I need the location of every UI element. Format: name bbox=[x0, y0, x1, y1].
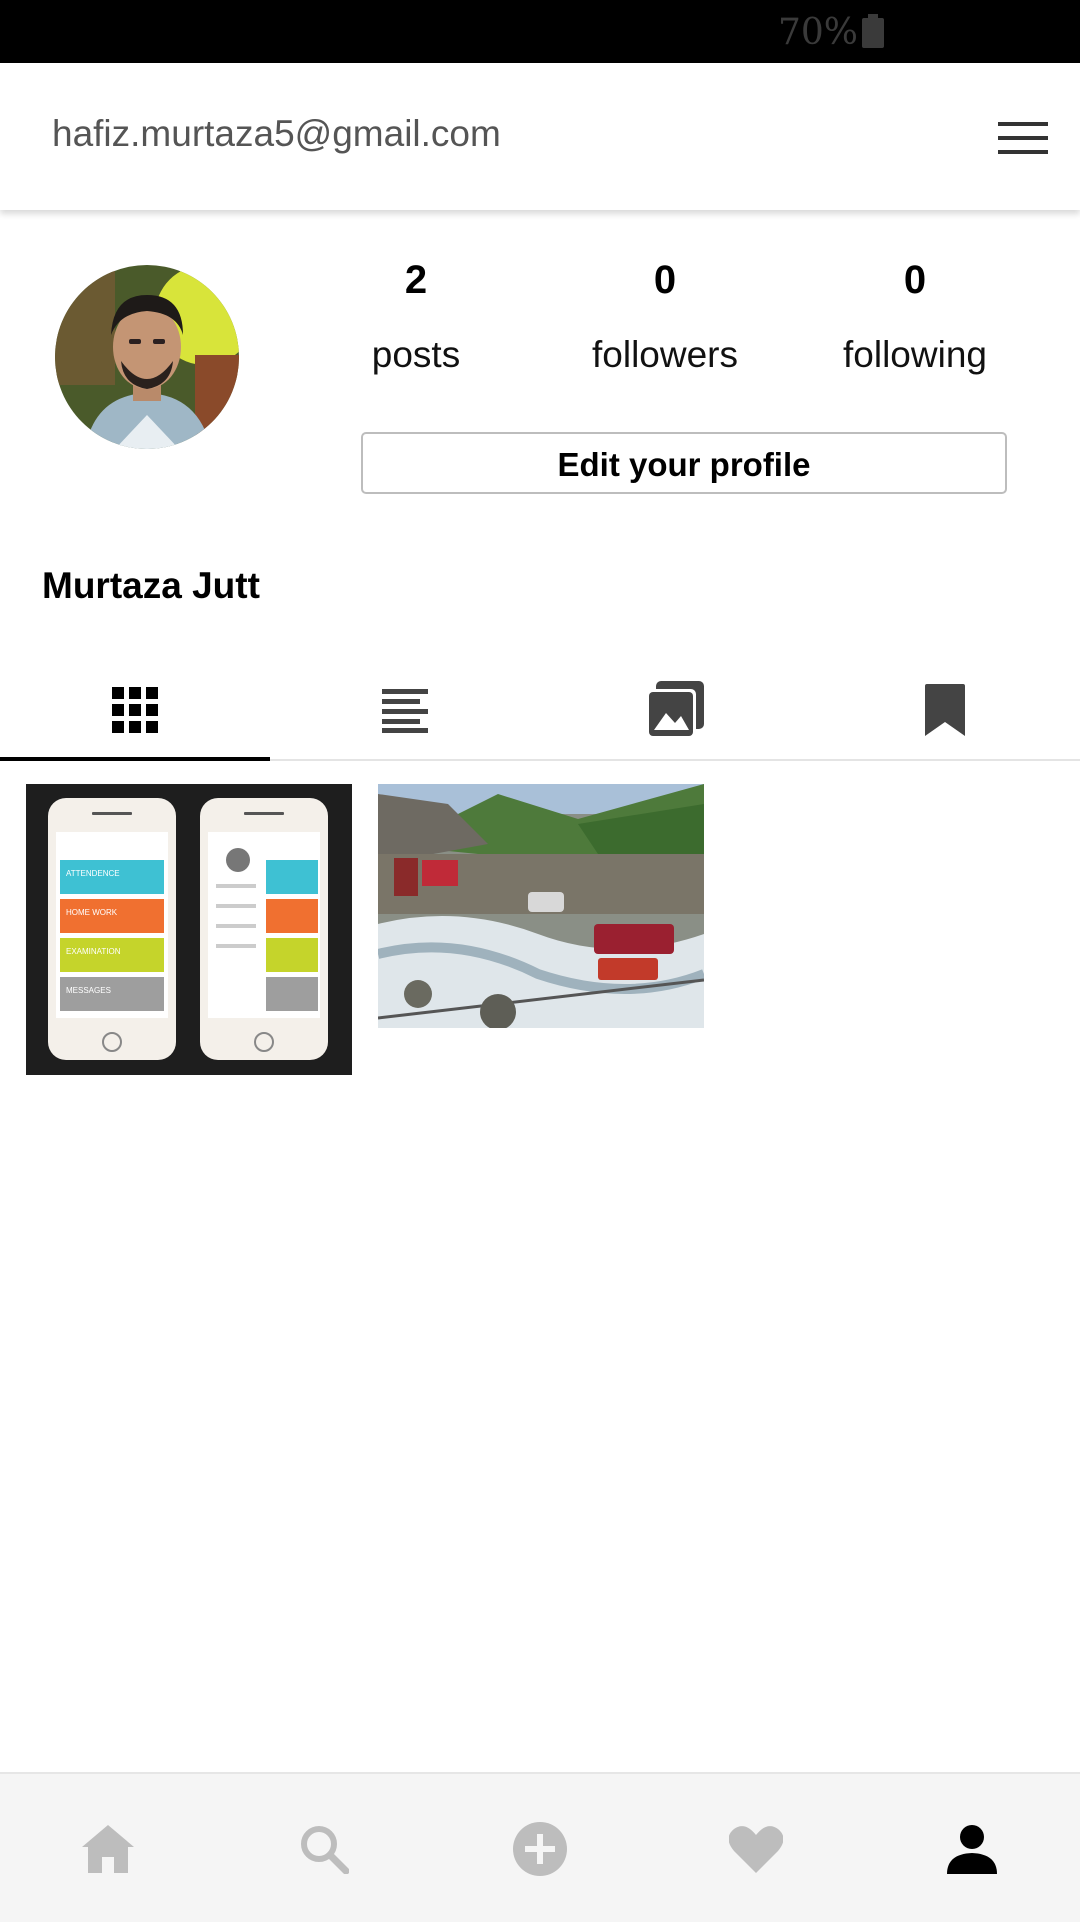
home-icon bbox=[82, 1825, 134, 1873]
add-circle-icon bbox=[513, 1822, 567, 1876]
tab-saved[interactable] bbox=[810, 660, 1080, 760]
profile-name: Murtaza Jutt bbox=[42, 565, 260, 606]
battery-percentage: 70% bbox=[778, 12, 859, 53]
post-thumbnail[interactable] bbox=[378, 784, 704, 1028]
list-icon bbox=[382, 689, 428, 733]
tab-list[interactable] bbox=[270, 660, 540, 760]
avatar[interactable] bbox=[55, 265, 239, 449]
thumb-label: MESSAGES bbox=[66, 986, 111, 995]
nav-home[interactable] bbox=[0, 1814, 216, 1884]
posts-count: 2 bbox=[404, 258, 428, 302]
thumb-label: ATTENDENCE bbox=[66, 869, 120, 878]
followers-label[interactable]: followers bbox=[555, 334, 775, 376]
heart-icon bbox=[729, 1826, 783, 1873]
following-count[interactable]: 0 bbox=[805, 258, 1025, 303]
search-icon bbox=[301, 1826, 349, 1874]
thumb-label: HOME WORK bbox=[66, 908, 118, 917]
hamburger-menu-icon[interactable] bbox=[998, 118, 1048, 158]
battery-icon bbox=[862, 14, 884, 48]
nav-search[interactable] bbox=[216, 1814, 432, 1884]
post-thumbnail[interactable]: ATTENDENCE HOME WORK EXAMINATION MESSAGE… bbox=[26, 784, 352, 1075]
posts-label: posts bbox=[371, 334, 461, 375]
person-icon bbox=[947, 1825, 997, 1874]
edit-profile-button[interactable]: Edit your profile bbox=[361, 432, 1007, 494]
nav-profile[interactable] bbox=[864, 1814, 1080, 1884]
tab-grid[interactable] bbox=[0, 660, 270, 760]
bookmark-icon bbox=[925, 684, 965, 736]
account-email: hafiz.murtaza5@gmail.com bbox=[52, 113, 501, 154]
tab-photos[interactable] bbox=[540, 660, 810, 760]
active-tab-indicator bbox=[0, 757, 270, 761]
thumb-label: EXAMINATION bbox=[66, 947, 121, 956]
status-bar: 70% bbox=[0, 0, 1080, 63]
bottom-navigation bbox=[0, 1772, 1080, 1922]
nav-activity[interactable] bbox=[648, 1814, 864, 1884]
followers-count[interactable]: 0 bbox=[555, 258, 775, 303]
photos-icon bbox=[646, 681, 704, 739]
following-label[interactable]: following bbox=[805, 334, 1025, 376]
grid-icon bbox=[112, 687, 158, 733]
app-bar: hafiz.murtaza5@gmail.com bbox=[0, 63, 1080, 210]
nav-add[interactable] bbox=[432, 1814, 648, 1884]
